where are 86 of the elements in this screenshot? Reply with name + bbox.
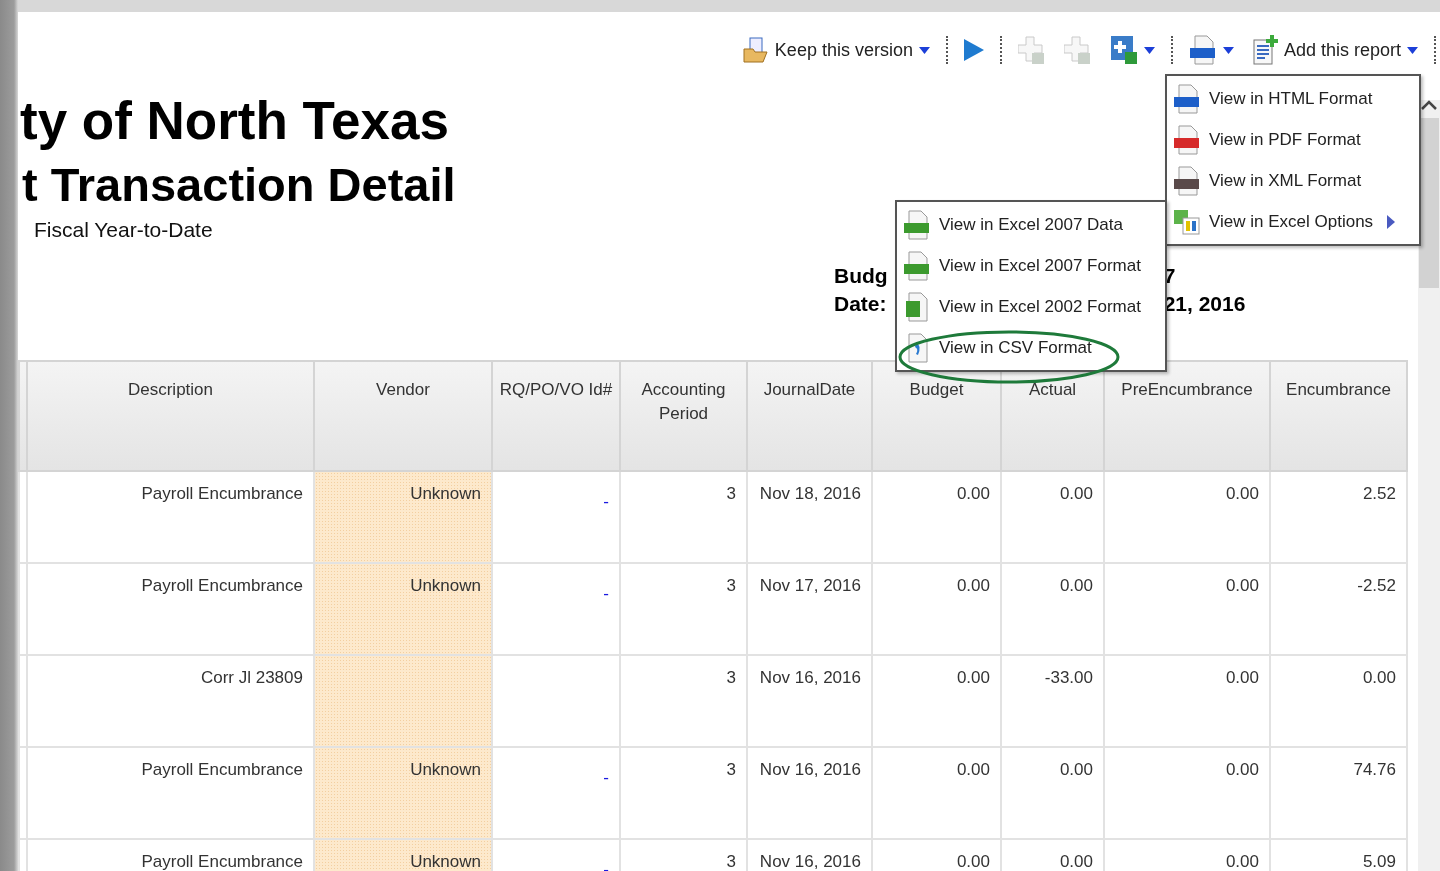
column-header[interactable]: Description	[27, 361, 314, 471]
table-cell: Unknown	[314, 471, 492, 563]
table-cell: 0.00	[872, 471, 1001, 563]
menu-item[interactable]: View in Excel 2007 Format	[897, 245, 1165, 286]
table-cell: 0.00	[1001, 747, 1104, 839]
document-icon	[1173, 165, 1201, 196]
add-report-button[interactable]: Add this report	[1249, 33, 1420, 67]
info-label: Budg	[834, 264, 888, 288]
table-cell: Nov 16, 2016	[747, 747, 872, 839]
caret-icon	[918, 46, 930, 54]
table-cell: 74.76	[1270, 747, 1407, 839]
menu-item[interactable]: View in PDF Format	[1167, 119, 1419, 160]
document-icon	[1188, 35, 1217, 65]
table-cell: -2.52	[1270, 563, 1407, 655]
table-cell: Unknown	[314, 839, 492, 871]
scrollbar[interactable]	[1418, 100, 1440, 871]
table-cell: 0.00	[872, 655, 1001, 747]
column-header[interactable]: RQ/PO/VO Id#	[492, 361, 620, 471]
caret-icon	[1222, 46, 1234, 54]
table-cell: Payroll Encumbrance	[27, 563, 314, 655]
column-header[interactable]: PreEncumbrance	[1104, 361, 1270, 471]
report-title: t Transaction Detail	[22, 157, 456, 213]
column-header[interactable]: Vendor	[314, 361, 492, 471]
folder-document-icon	[742, 37, 769, 63]
document-icon	[1173, 83, 1201, 114]
menu-item[interactable]: View in Excel 2002 Format	[897, 286, 1165, 327]
table-cell: Payroll Encumbrance	[27, 839, 314, 871]
table-cell: 0.00	[1001, 839, 1104, 871]
caret-icon	[1143, 46, 1155, 54]
table-cell: 0.00	[1270, 655, 1407, 747]
play-icon	[963, 39, 984, 61]
document-icon	[903, 209, 931, 240]
report-subtitle: Fiscal Year-to-Date	[34, 218, 213, 242]
keep-version-button[interactable]: Keep this version	[740, 35, 932, 65]
scroll-up-icon	[1421, 100, 1437, 110]
menu-item[interactable]: View in HTML Format	[1167, 78, 1419, 119]
table-cell: Nov 18, 2016	[747, 471, 872, 563]
document-icon	[903, 250, 931, 281]
table-cell: Nov 16, 2016	[747, 655, 872, 747]
table-cell: 0.00	[1104, 655, 1270, 747]
table-cell: Unknown	[314, 747, 492, 839]
menu-item[interactable]: View in XML Format	[1167, 160, 1419, 201]
id-link[interactable]: -	[603, 766, 609, 790]
id-link[interactable]: -	[603, 490, 609, 514]
document-add-icon	[1251, 35, 1278, 65]
table-cell: 0.00	[1104, 471, 1270, 563]
table-cell: Nov 17, 2016	[747, 563, 872, 655]
column-header[interactable]: JournalDate	[747, 361, 872, 471]
column-header[interactable]: Encumbrance	[1270, 361, 1407, 471]
table-cell: 0.00	[1001, 471, 1104, 563]
table-cell: 3	[620, 563, 747, 655]
table-cell: -33.00	[1001, 655, 1104, 747]
table-cell: 0.00	[872, 747, 1001, 839]
table-cell: 0.00	[1104, 563, 1270, 655]
menu-item[interactable]: View in Excel 2007 Data	[897, 204, 1165, 245]
caret-icon	[1407, 46, 1418, 54]
table-cell: 0.00	[1104, 747, 1270, 839]
table-cell: Corr Jl 23809	[27, 655, 314, 747]
id-link[interactable]: -	[603, 582, 609, 606]
table-cell: 2.52	[1270, 471, 1407, 563]
add-icon	[1063, 35, 1092, 65]
table-cell: 3	[620, 839, 747, 871]
table-cell: 3	[620, 471, 747, 563]
table-cell: 5.09	[1270, 839, 1407, 871]
table-cell: 0.00	[872, 563, 1001, 655]
report-title: ty of North Texas	[20, 90, 449, 152]
menu-item[interactable]: View in Excel Options	[1167, 201, 1419, 242]
table-cell: 0.00	[872, 839, 1001, 871]
table-cell: Unknown	[314, 563, 492, 655]
document-icon	[903, 291, 931, 322]
table-cell: Nov 16, 2016	[747, 839, 872, 871]
grid-add-icon	[1109, 35, 1138, 65]
table-cell: Payroll Encumbrance	[27, 471, 314, 563]
table-cell: 0.00	[1104, 839, 1270, 871]
run-button[interactable]	[961, 37, 986, 63]
table-cell: 3	[620, 655, 747, 747]
id-link[interactable]: -	[603, 858, 609, 871]
table-cell: 0.00	[1001, 563, 1104, 655]
document-icon	[1173, 124, 1201, 155]
column-header[interactable]: Accounting Period	[620, 361, 747, 471]
spreadsheet-icon	[1173, 207, 1201, 236]
add-icon	[1017, 35, 1046, 65]
scrollbar-thumb[interactable]	[1419, 118, 1439, 288]
table-cell: Payroll Encumbrance	[27, 747, 314, 839]
info-label: Date:	[834, 292, 887, 316]
table-cell: 3	[620, 747, 747, 839]
